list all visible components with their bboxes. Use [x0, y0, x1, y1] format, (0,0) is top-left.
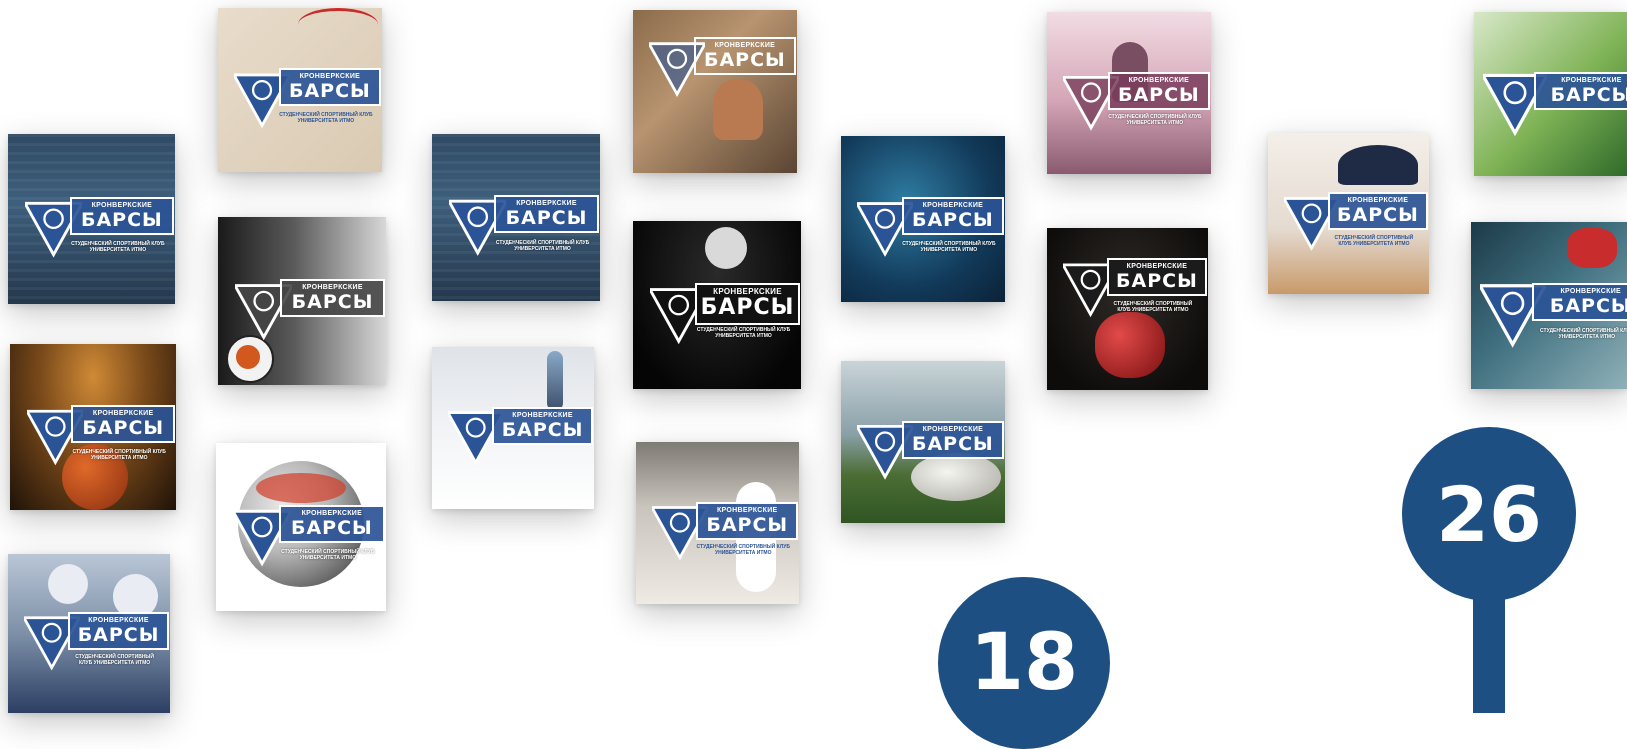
- card-boxing: КРОНВЕРКСКИЕ БАРСЫ СТУДЕНЧЕСКИЙ СПОРТИВНЫ…: [1047, 228, 1208, 390]
- logo-badge: КРОНВЕРКСКИЕ БАРСЫ СТУДЕНЧЕСКИЙ СПОРТИВНЫ…: [26, 387, 176, 487]
- card-basketball: КРОНВЕРКСКИЕ БАРСЫ СТУДЕНЧЕСКИЙ СПОРТИВНЫ…: [10, 344, 176, 510]
- logo-badge: КРОНВЕРКСКИЕ БАРСЫ СТУДЕНЧЕСКИЙ СПОРТИВНЫ…: [233, 487, 386, 588]
- logo-badge: КРОНВЕРКСКИЕ БАРСЫ СТУДЕНЧЕСКИЙ СПОРТИВНЫ…: [24, 178, 175, 280]
- card-football: КРОНВЕРКСКИЕ БАРСЫ СТУДЕНЧЕСКИЙ СПОРТИВНЫ…: [216, 443, 386, 611]
- logo-badge: КРОНВЕРКСКИЕ БАРСЫ СТУДЕНЧЕСКИЙ СПОРТИВНЫ…: [1284, 175, 1429, 272]
- card-rowing: КРОНВЕРКСКИЕ БАРСЫ СТУДЕНЧЕСКИЙ СПОРТИВНЫ…: [8, 134, 175, 304]
- logo-badge: КРОНВЕРКСКИЕ БАРСЫ: [448, 389, 594, 486]
- marker-26-label: 26: [1402, 427, 1576, 601]
- marker-26: 26: [1402, 427, 1578, 713]
- card-climbing: КРОНВЕРКСКИЕ БАРСЫ: [633, 10, 797, 173]
- logo-badge: КРОНВЕРКСКИЕ БАРСЫ СТУДЕНЧЕСКИЙ СПОРТИВНЫ…: [448, 177, 600, 277]
- card-snowboarding: КРОНВЕРКСКИЕ БАРСЫ: [432, 347, 594, 509]
- marker-18-label: 18: [938, 577, 1110, 749]
- card-taekwondo: КРОНВЕРКСКИЕ БАРСЫ СТУДЕНЧЕСКИЙ СПОРТИВНЫ…: [636, 442, 799, 604]
- logo-badge: КРОНВЕРКСКИЕ БАРСЫ СТУДЕНЧЕСКИЙ СПОРТИВНЫ…: [652, 484, 799, 581]
- marker-18: 18: [938, 577, 1114, 749]
- logo-badge: КРОНВЕРКСКИЕ БАРСЫ СТУДЕНЧЕСКИЙ СПОРТИВНЫ…: [1063, 54, 1211, 151]
- logo-badge: КРОНВЕРКСКИЕ БАРСЫ СТУДЕНЧЕСКИЙ СПОРТИВНЫ…: [649, 265, 801, 366]
- card-rugby: КРОНВЕРКСКИЕ БАРСЫ: [841, 361, 1005, 523]
- logo-badge: КРОНВЕРКСКИЕ БАРСЫ СТУДЕНЧЕСКИЙ СПОРТИВНЫ…: [1063, 241, 1208, 338]
- card-yoga: КРОНВЕРКСКИЕ БАРСЫ СТУДЕНЧЕСКИЙ СПОРТИВНЫ…: [1047, 12, 1211, 174]
- logo-badge: КРОНВЕРКСКИЕ БАРСЫ: [1483, 55, 1627, 153]
- card-sambo: КРОНВЕРКСКИЕ БАРСЫ СТУДЕНЧЕСКИЙ СПОРТИВНЫ…: [1471, 222, 1627, 389]
- logo-badge: КРОНВЕРКСКИЕ БАРСЫ СТУДЕНЧЕСКИЙ СПОРТИВНЫ…: [1480, 265, 1627, 365]
- card-water-polo: КРОНВЕРКСКИЕ БАРСЫ СТУДЕНЧЕСКИЙ СПОРТИВНЫ…: [841, 136, 1005, 302]
- card-rhythmic-gymnastics: КРОНВЕРКСКИЕ БАРСЫ СТУДЕНЧЕСКИЙ СПОРТИВНЫ…: [218, 8, 382, 172]
- card-aerobics: КРОНВЕРКСКИЕ БАРСЫ СТУДЕНЧЕСКИЙ СПОРТИВНЫ…: [1268, 133, 1429, 294]
- card-rowing-2: КРОНВЕРКСКИЕ БАРСЫ СТУДЕНЧЕСКИЙ СПОРТИВНЫ…: [432, 134, 600, 301]
- logo-badge: КРОНВЕРКСКИЕ БАРСЫ СТУДЕНЧЕСКИЙ СПОРТИВНЫ…: [234, 51, 382, 149]
- card-hockey: КРОНВЕРКСКИЕ БАРСЫ СТУДЕНЧЕСКИЙ СПОРТИВНЫ…: [633, 221, 801, 389]
- card-martial-arts-silhouette: КРОНВЕРКСКИЕ БАРСЫ: [218, 217, 386, 385]
- logo-badge: КРОНВЕРКСКИЕ БАРСЫ СТУДЕНЧЕСКИЙ СПОРТИВНЫ…: [857, 179, 1005, 279]
- card-badminton: КРОНВЕРКСКИЕ БАРСЫ: [1474, 12, 1627, 176]
- card-cheerleading: КРОНВЕРКСКИЕ БАРСЫ СТУДЕНЧЕСКИЙ СПОРТИВНЫ…: [8, 554, 170, 713]
- logo-badge: КРОНВЕРКСКИЕ БАРСЫ: [234, 261, 386, 362]
- logo-badge: КРОНВЕРКСКИЕ БАРСЫ: [857, 403, 1005, 500]
- logo-badge: КРОНВЕРКСКИЕ БАРСЫ: [649, 20, 797, 118]
- logo-badge: КРОНВЕРКСКИЕ БАРСЫ СТУДЕНЧЕСКИЙ СПОРТИВНЫ…: [24, 595, 170, 690]
